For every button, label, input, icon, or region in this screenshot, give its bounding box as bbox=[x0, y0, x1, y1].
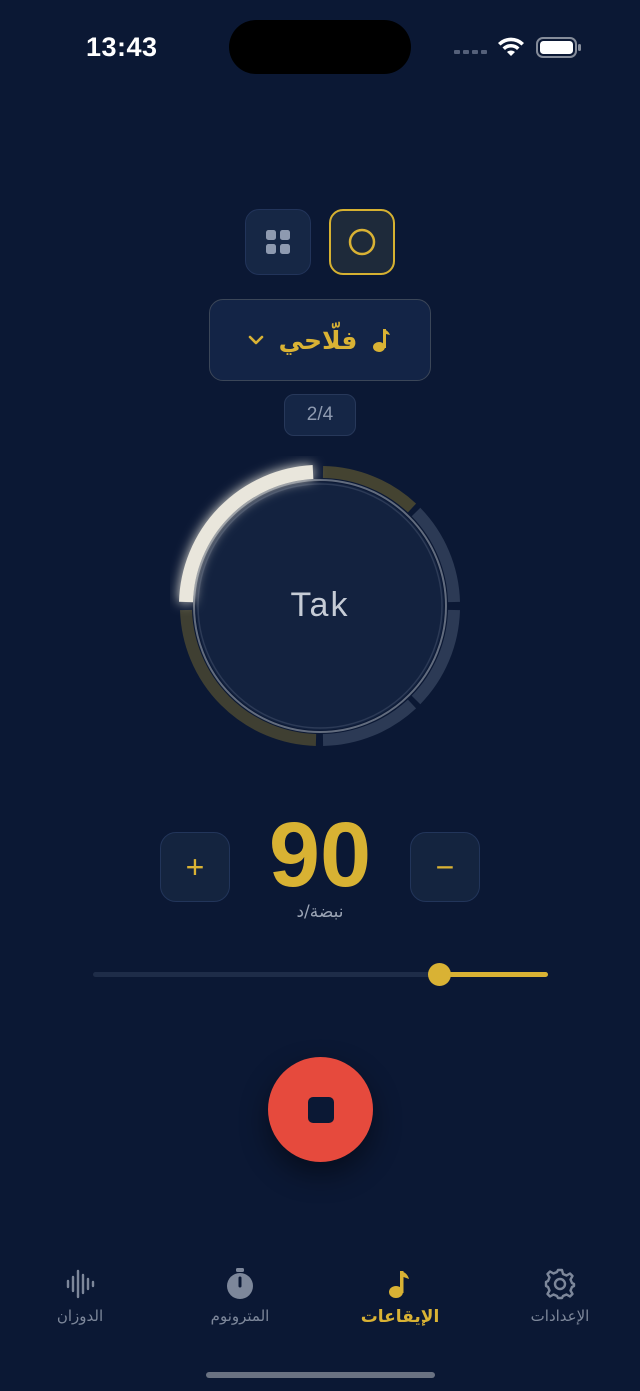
current-beat-label: Tak bbox=[290, 586, 350, 624]
tempo-slider[interactable] bbox=[93, 963, 548, 986]
music-note-icon bbox=[373, 329, 391, 352]
circle-view-button[interactable] bbox=[329, 209, 395, 275]
music-note-icon bbox=[389, 1271, 409, 1298]
wifi-icon bbox=[498, 37, 524, 56]
home-indicator bbox=[206, 1372, 435, 1378]
grid-view-button[interactable] bbox=[245, 209, 311, 275]
tab-label: الإيقاعات bbox=[360, 1307, 440, 1327]
tab-rhythms[interactable]: الإيقاعات bbox=[330, 1255, 470, 1335]
bpm-value: 90 bbox=[268, 804, 372, 906]
tempo-slider-thumb[interactable] bbox=[428, 963, 451, 986]
chevron-down-icon bbox=[248, 335, 263, 345]
tab-label: المترونوم bbox=[210, 1307, 270, 1325]
tab-label: الإعدادات bbox=[530, 1307, 590, 1325]
stop-icon bbox=[307, 1096, 334, 1123]
time-signature-badge: 2/4 bbox=[284, 394, 356, 436]
stop-button[interactable] bbox=[268, 1057, 373, 1162]
tab-bar: الدوزان المترونوم الإيقاعات الإعدادات bbox=[0, 1255, 640, 1355]
circle-icon bbox=[348, 228, 376, 256]
decrease-tempo-button[interactable]: − bbox=[410, 832, 480, 902]
rhythm-name: فلّاحي bbox=[278, 325, 358, 355]
status-bar: 13:43 bbox=[0, 0, 640, 96]
cellular-signal-icon bbox=[454, 50, 488, 56]
gear-icon bbox=[544, 1268, 576, 1300]
stopwatch-icon bbox=[227, 1268, 253, 1299]
bpm-unit: نبضة/د bbox=[296, 902, 344, 922]
increase-tempo-button[interactable]: + bbox=[160, 832, 230, 902]
tab-tuner[interactable]: الدوزان bbox=[10, 1255, 150, 1335]
status-time: 13:43 bbox=[86, 32, 158, 62]
tab-settings[interactable]: الإعدادات bbox=[490, 1255, 630, 1335]
tab-metronome[interactable]: المترونوم bbox=[170, 1255, 310, 1335]
battery-icon bbox=[536, 37, 581, 58]
tab-label: الدوزان bbox=[56, 1307, 104, 1325]
dynamic-island bbox=[229, 20, 411, 74]
rhythm-selector[interactable]: فلّاحي bbox=[209, 299, 431, 381]
tempo-slider-fill bbox=[439, 972, 548, 977]
grid-icon bbox=[266, 230, 290, 254]
waveform-icon bbox=[66, 1269, 95, 1299]
